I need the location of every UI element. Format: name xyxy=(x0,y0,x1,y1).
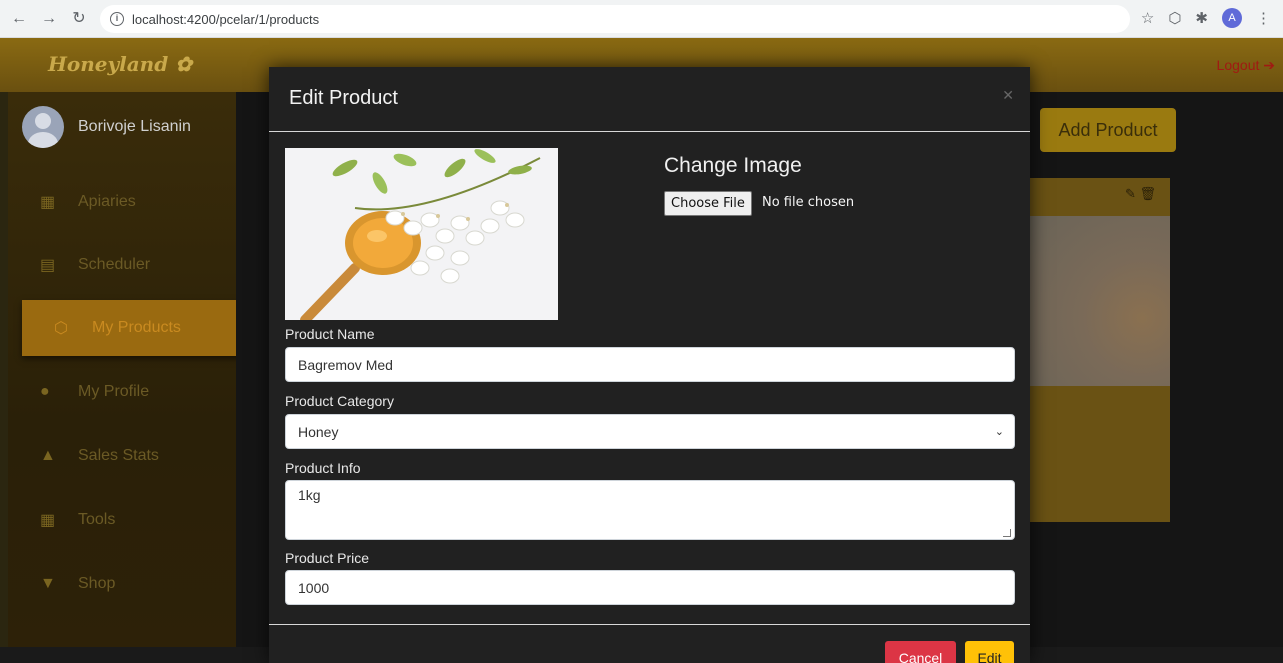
user-icon: ● xyxy=(40,383,50,400)
honeycomb-icon: ⬡ xyxy=(54,320,68,337)
cancel-button[interactable]: Cancel xyxy=(885,641,956,663)
modal-title: Edit Product xyxy=(289,87,398,109)
product-card-image xyxy=(1030,216,1170,386)
trash-icon[interactable]: 🗑 xyxy=(1139,186,1156,201)
logout-link[interactable]: Logout ➔ xyxy=(1217,57,1275,74)
modal-header-divider xyxy=(269,131,1030,132)
chevron-down-icon: ⌄ xyxy=(994,426,1004,438)
choose-file-button[interactable]: Choose File xyxy=(664,191,752,216)
bookmark-star-icon[interactable]: ☆ xyxy=(1141,9,1154,27)
product-name-input[interactable]: Bagremov Med xyxy=(285,347,1015,382)
change-image-title: Change Image xyxy=(664,154,802,177)
resize-handle[interactable] xyxy=(1003,529,1011,537)
sidebar-item-my-products[interactable]: ⬡ My Products xyxy=(22,300,244,356)
sidebar-item-tools[interactable]: ▦ Tools xyxy=(8,492,236,548)
sidebar-item-sales-stats[interactable]: ▲ Sales Stats xyxy=(8,428,236,484)
url-text: localhost:4200/pcelar/1/products xyxy=(132,11,320,27)
modal-footer-divider xyxy=(269,624,1030,625)
profile-avatar[interactable]: A xyxy=(1222,8,1242,28)
address-bar[interactable]: i localhost:4200/pcelar/1/products xyxy=(100,5,1130,33)
cart-icon: ▼ xyxy=(40,575,56,592)
forward-icon[interactable]: → xyxy=(38,8,60,30)
add-product-button[interactable]: Add Product xyxy=(1040,108,1176,152)
product-category-label: Product Category xyxy=(285,393,394,409)
no-file-chosen-text: No file chosen xyxy=(762,195,855,210)
product-name-label: Product Name xyxy=(285,326,375,342)
extension-icon[interactable]: ⬡ xyxy=(1168,9,1181,27)
sidebar-user[interactable]: Borivoje Lisanin xyxy=(22,106,191,148)
bee-icon: ✿ xyxy=(175,52,192,76)
product-image xyxy=(285,148,558,320)
edit-product-modal: Edit Product ✕ Change Image Choose File … xyxy=(269,67,1030,663)
calculator-icon: ▦ xyxy=(40,512,56,529)
menu-dots-icon[interactable]: ⋮ xyxy=(1256,9,1271,27)
chart-icon: ▲ xyxy=(40,447,56,464)
edit-icon[interactable]: ✎ xyxy=(1125,186,1136,201)
sidebar-item-shop[interactable]: ▼ Shop xyxy=(8,556,236,612)
edit-button[interactable]: Edit xyxy=(965,641,1014,663)
sidebar: Borivoje Lisanin ▦ Apiaries ▤ Scheduler … xyxy=(8,92,244,647)
product-price-input[interactable]: 1000 xyxy=(285,570,1015,605)
product-price-label: Product Price xyxy=(285,550,370,566)
product-info-textarea[interactable]: 1kg xyxy=(285,480,1015,540)
logout-icon: ➔ xyxy=(1263,57,1275,73)
product-category-select[interactable]: Honey ⌄ xyxy=(285,414,1015,449)
acacia-honey-image xyxy=(285,148,558,320)
back-icon[interactable]: ← xyxy=(8,8,30,30)
reload-icon[interactable]: ↻ xyxy=(68,8,90,30)
card-tools: ✎ 🗑 xyxy=(1125,186,1156,202)
product-info-label: Product Info xyxy=(285,460,361,476)
browser-toolbar: ← → ↻ i localhost:4200/pcelar/1/products… xyxy=(0,0,1283,38)
user-name: Borivoje Lisanin xyxy=(78,118,191,135)
avatar xyxy=(22,106,64,148)
puzzle-icon[interactable]: ✱ xyxy=(1195,9,1208,27)
site-info-icon[interactable]: i xyxy=(110,12,124,26)
sidebar-item-apiaries[interactable]: ▦ Apiaries xyxy=(8,174,236,230)
sidebar-item-scheduler[interactable]: ▤ Scheduler xyxy=(8,237,236,293)
app-logo[interactable]: Honeyland ✿ xyxy=(48,52,192,76)
hive-icon: ▦ xyxy=(40,194,56,211)
product-card: ✎ 🗑 xyxy=(1030,178,1170,522)
calendar-icon: ▤ xyxy=(40,257,56,274)
sidebar-item-my-profile[interactable]: ● My Profile xyxy=(8,364,236,420)
close-icon[interactable]: ✕ xyxy=(1002,87,1014,104)
